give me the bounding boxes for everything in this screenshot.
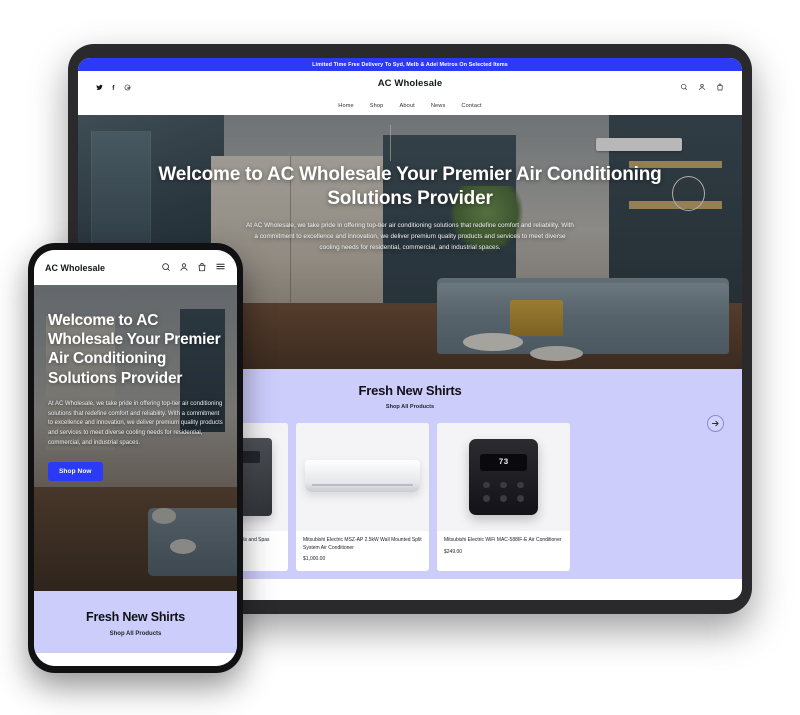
hero-content: Welcome to AC Wholesale Your Premier Air…	[78, 163, 742, 253]
product-price: $249.00	[444, 549, 563, 555]
thermostat-reading: 73	[479, 454, 527, 471]
cart-icon[interactable]	[716, 78, 724, 96]
mobile-featured-products-section: Fresh New Shirts Shop All Products	[34, 591, 237, 653]
product-current-price: $249.00	[444, 548, 463, 555]
shop-now-button[interactable]: Shop Now	[48, 462, 103, 482]
hero-heading: Welcome to AC Wholesale Your Premier Air…	[158, 164, 662, 209]
mobile-hero-heading: Welcome to AC Wholesale Your Premier Air…	[48, 312, 221, 387]
cart-icon[interactable]	[197, 259, 207, 277]
product-title: Mitsubishi Electric WiFi MAC-588IF-E Air…	[444, 537, 562, 543]
product-title: Mitsubishi Electric MSZ-AP 2.5kW Wall Mo…	[303, 537, 422, 551]
product-info: Mitsubishi Electric WiFi MAC-588IF-E Air…	[437, 531, 570, 555]
screenshot-stage: Limited Time Free Delivery To Syd, Melb …	[0, 0, 800, 715]
facebook-icon[interactable]	[110, 84, 117, 91]
account-icon[interactable]	[179, 259, 189, 277]
nav-item-news[interactable]: News	[431, 103, 446, 109]
nav-item-home[interactable]: Home	[338, 103, 354, 109]
mobile-shop-all-products-link[interactable]: Shop All Products	[34, 631, 237, 637]
mobile-section-title: Fresh New Shirts	[86, 610, 185, 624]
carousel-next-button[interactable]	[707, 415, 724, 432]
mobile-hero-banner: Welcome to AC Wholesale Your Premier Air…	[34, 285, 237, 591]
product-image	[296, 423, 429, 531]
product-card[interactable]: Mitsubishi Electric MSZ-AP 2.5kW Wall Mo…	[296, 423, 429, 571]
phone-screen: AC Wholesale Welcome to AC Wholesale You…	[34, 250, 237, 666]
announcement-bar: Limited Time Free Delivery To Syd, Melb …	[78, 58, 742, 71]
main-navigation[interactable]: Home Shop About News Contact	[96, 96, 724, 109]
nav-item-about[interactable]: About	[399, 103, 414, 109]
product-image: 73	[437, 423, 570, 531]
header-actions	[680, 78, 724, 96]
menu-icon[interactable]	[215, 259, 226, 277]
nav-item-shop[interactable]: Shop	[370, 103, 384, 109]
site-brand-title: AC Wholesale	[377, 78, 443, 89]
google-icon[interactable]	[124, 84, 131, 91]
mobile-hero-paragraph: At AC Wholesale, we take pride in offeri…	[48, 400, 223, 446]
mobile-hero-content: Welcome to AC Wholesale Your Premier Air…	[34, 311, 237, 482]
account-icon[interactable]	[698, 78, 706, 96]
mobile-header-actions	[161, 259, 226, 277]
product-current-price: $1,000.00	[303, 556, 326, 562]
mobile-brand-title: AC Wholesale	[45, 263, 106, 273]
product-price: $1,000.00	[303, 556, 422, 562]
mobile-header: AC Wholesale	[34, 250, 237, 285]
product-info: Mitsubishi Electric MSZ-AP 2.5kW Wall Mo…	[296, 531, 429, 562]
mobile-product-card-peek[interactable]	[47, 653, 224, 666]
search-icon[interactable]	[680, 78, 688, 96]
nav-item-contact[interactable]: Contact	[461, 103, 481, 109]
product-card[interactable]: 73 Mitsubishi Electric WiFi MAC-588IF-E …	[437, 423, 570, 571]
phone-device-mockup: AC Wholesale Welcome to AC Wholesale You…	[28, 243, 243, 673]
search-icon[interactable]	[161, 259, 171, 277]
twitter-icon[interactable]	[96, 84, 103, 91]
arrow-right-icon	[711, 415, 720, 433]
site-header: AC Wholesale Home Shop About News Contac…	[78, 71, 742, 115]
hero-paragraph: At AC Wholesale, we take pride in offeri…	[246, 221, 574, 252]
social-links[interactable]	[96, 84, 131, 91]
